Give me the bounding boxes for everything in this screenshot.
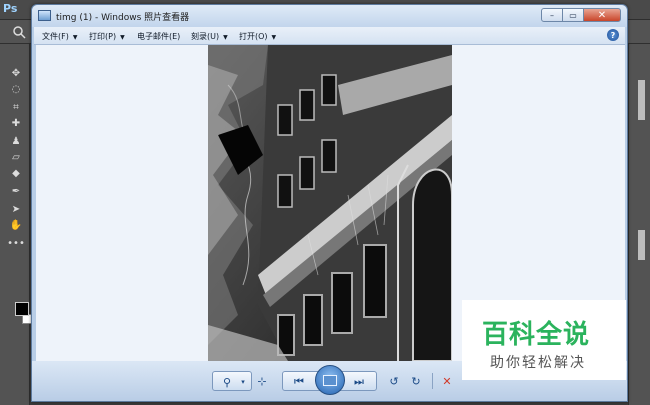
photoshop-logo: Ps — [3, 2, 18, 15]
zoom-icon: ⚲ — [222, 375, 232, 389]
watermark-tagline: 助你轻松解决 — [490, 355, 586, 371]
rotate-counterclockwise-icon[interactable]: ↺ — [384, 371, 404, 391]
slideshow-button[interactable] — [315, 365, 345, 395]
next-icon[interactable]: ⏭ — [349, 372, 369, 392]
menu-burn-label: 刻录(U) — [191, 32, 220, 41]
healing-brush-icon[interactable]: ✚ — [8, 116, 24, 130]
search-icon[interactable] — [12, 25, 26, 39]
slideshow-icon — [323, 374, 337, 386]
menu-email[interactable]: 电子邮件(E) — [137, 31, 180, 42]
toolbar-divider — [432, 373, 433, 389]
chevron-down-icon: ▾ — [241, 378, 245, 386]
chevron-down-icon: ▼ — [271, 34, 277, 41]
menu-email-label: 电子邮件(E) — [137, 32, 181, 41]
window-title: timg (1) - Windows 照片查看器 — [56, 13, 190, 23]
previous-icon[interactable]: ⏮ — [289, 372, 309, 392]
panel-scrollbar[interactable] — [638, 80, 645, 120]
watermark-logo: 百科全说 — [482, 320, 591, 350]
blur-tool-icon[interactable]: ◆ — [8, 166, 24, 180]
window-controls: – ▭ ✕ — [541, 8, 621, 22]
more-tools-icon[interactable]: ••• — [7, 236, 25, 250]
menu-file-label: 文件(F) — [42, 32, 69, 41]
photoshop-toolbox: ✥ ◌ ⌗ ✚ ♟ ▱ ◆ ✒ ➤ ✋ ••• — [0, 44, 32, 405]
crop-tool-icon[interactable]: ⌗ — [8, 100, 24, 114]
chevron-down-icon: ▼ — [120, 34, 125, 41]
lasso-tool-icon[interactable]: ◌ — [8, 82, 24, 96]
path-select-icon[interactable]: ➤ — [8, 202, 24, 216]
building-photo-image — [208, 45, 452, 361]
rotate-clockwise-icon[interactable]: ↻ — [406, 371, 426, 391]
actual-size-icon[interactable]: ⊹ — [252, 371, 272, 391]
menu-burn[interactable]: 刻录(U) ▼ — [191, 31, 228, 42]
menu-open-label: 打开(O) — [239, 32, 268, 41]
foreground-color-swatch[interactable] — [15, 302, 29, 316]
panel-scrollbar-lower[interactable] — [638, 230, 645, 260]
chevron-down-icon: ▼ — [72, 34, 78, 41]
zoom-control[interactable]: ⚲ ▾ — [212, 371, 252, 391]
help-icon[interactable]: ? — [607, 29, 619, 41]
menu-print[interactable]: 打印(P) ▼ — [89, 31, 125, 42]
pen-tool-icon[interactable]: ✒ — [8, 184, 24, 198]
minimize-button[interactable]: – — [541, 8, 563, 22]
hand-tool-icon[interactable]: ✋ — [8, 218, 24, 232]
maximize-button[interactable]: ▭ — [563, 8, 583, 22]
menu-open[interactable]: 打开(O) ▼ — [239, 31, 276, 42]
chevron-down-icon: ▼ — [223, 34, 228, 41]
displayed-photo — [208, 45, 452, 361]
watermark-badge: 百科全说 助你轻松解决 — [462, 300, 626, 380]
menu-file[interactable]: 文件(F) ▼ — [42, 31, 77, 42]
eraser-tool-icon[interactable]: ▱ — [8, 150, 24, 164]
stamp-tool-icon[interactable]: ♟ — [8, 134, 24, 148]
menu-print-label: 打印(P) — [89, 32, 117, 41]
delete-icon[interactable]: ✕ — [437, 371, 457, 391]
photo-viewer-app-icon — [38, 10, 51, 21]
menu-bar: 文件(F) ▼ 打印(P) ▼ 电子邮件(E) 刻录(U) ▼ 打开(O) ▼ ? — [34, 27, 625, 45]
title-bar[interactable]: timg (1) - Windows 照片查看器 – ▭ ✕ — [32, 5, 627, 27]
move-tool-icon[interactable]: ✥ — [8, 66, 24, 80]
close-button[interactable]: ✕ — [583, 8, 621, 22]
